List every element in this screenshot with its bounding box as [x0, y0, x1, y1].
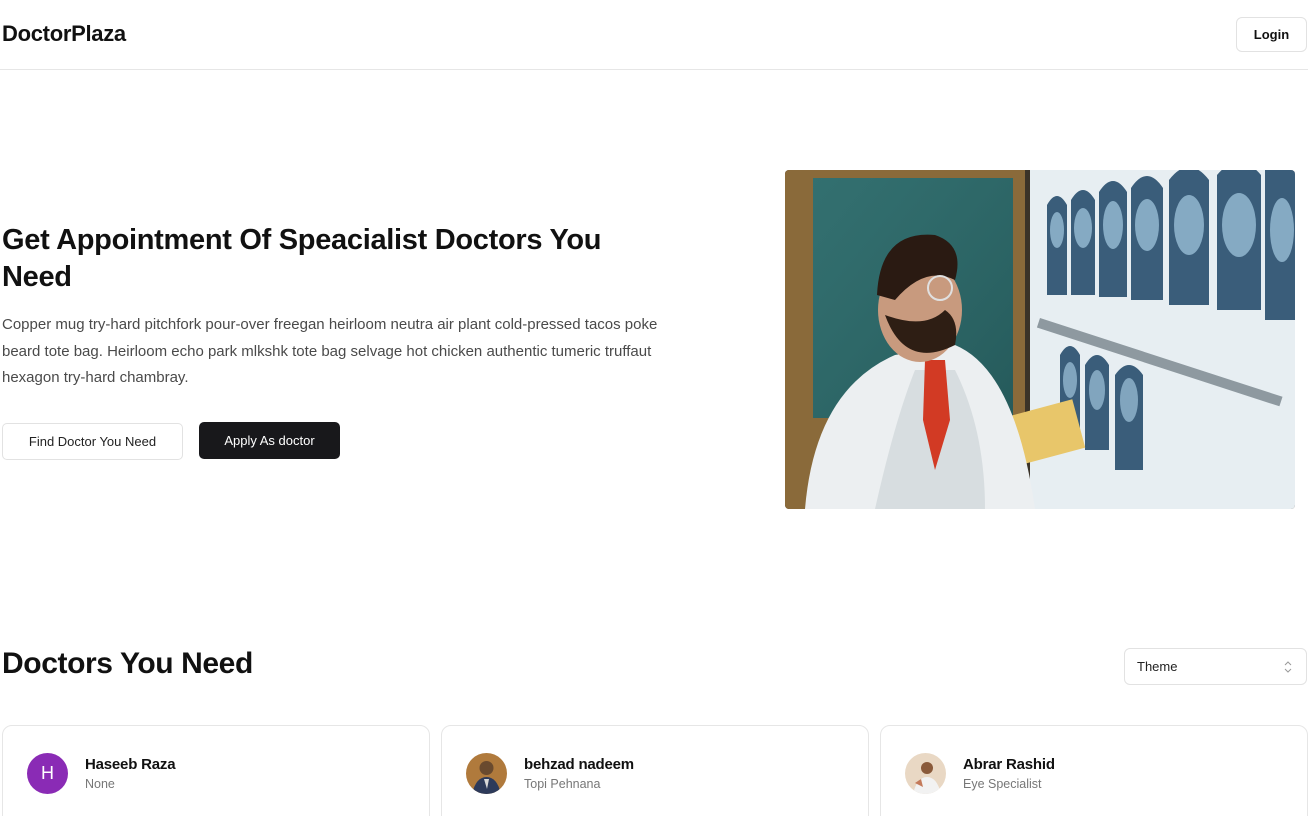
doctor-specialty: Topi Pehnana	[524, 777, 601, 791]
doctor-card[interactable]: behzad nadeem Topi Pehnana	[441, 725, 869, 816]
login-button[interactable]: Login	[1236, 17, 1307, 52]
section-title: Doctors You Need	[2, 647, 253, 680]
find-doctor-button[interactable]: Find Doctor You Need	[2, 423, 183, 460]
navbar: DoctorPlaza Login	[0, 0, 1308, 70]
hero-description: Copper mug try-hard pitchfork pour-over …	[2, 316, 658, 386]
theme-select[interactable]: Theme	[1124, 648, 1307, 685]
doctor-name: behzad nadeem	[524, 756, 634, 773]
chevron-up-down-icon	[1284, 661, 1292, 673]
doctor-name: Abrar Rashid	[963, 756, 1055, 773]
doctor-card[interactable]: Abrar Rashid Eye Specialist	[880, 725, 1308, 816]
avatar-letter: H	[27, 753, 68, 794]
theme-select-value: Theme	[1137, 659, 1178, 674]
avatar	[466, 753, 507, 794]
user-photo-icon	[905, 753, 946, 794]
doctor-name: Haseeb Raza	[85, 756, 176, 773]
avatar: H	[27, 753, 68, 794]
user-photo-icon	[466, 753, 507, 794]
brand-logo[interactable]: DoctorPlaza	[2, 21, 126, 47]
doctor-specialty: None	[85, 777, 115, 791]
apply-as-doctor-button[interactable]: Apply As doctor	[199, 422, 340, 459]
hero-title: Get Appointment Of Speacialist Doctors Y…	[2, 224, 602, 293]
hero-image	[785, 170, 1295, 509]
avatar	[905, 753, 946, 794]
doctor-card[interactable]: H Haseeb Raza None	[2, 725, 430, 816]
doctor-specialty: Eye Specialist	[963, 777, 1042, 791]
